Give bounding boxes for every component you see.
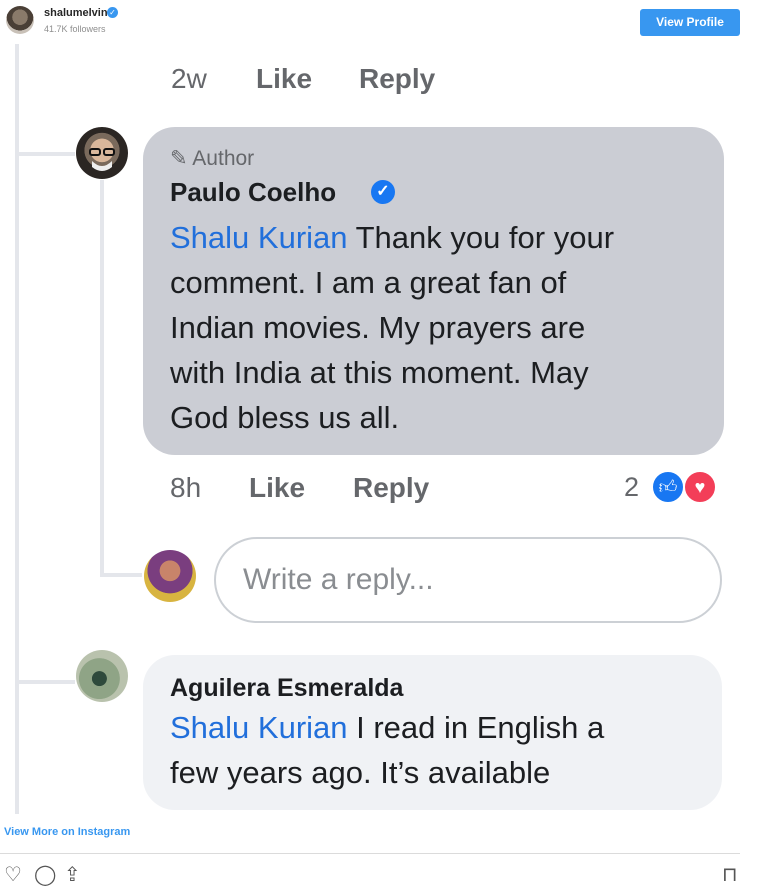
like-link[interactable]: Like xyxy=(249,472,305,504)
pencil-icon: ✎ xyxy=(170,147,188,170)
view-more-link[interactable]: View More on Instagram xyxy=(4,826,130,838)
verified-icon: ✓ xyxy=(107,7,118,18)
comment-line: comment. I am a great fan of xyxy=(170,265,567,300)
share-icon[interactable]: ⇪ xyxy=(64,862,81,886)
comment-line: Indian movies. My prayers are xyxy=(170,310,586,345)
comment-line: God bless us all. xyxy=(170,400,400,435)
reply-link[interactable]: Reply xyxy=(353,472,429,504)
bookmark-icon[interactable]: ⊓ xyxy=(722,862,738,886)
like-link[interactable]: Like xyxy=(256,63,312,95)
author-avatar[interactable] xyxy=(76,127,128,179)
thumbs-up-icon[interactable]: 👍︎ xyxy=(651,470,685,504)
heart-outline-icon[interactable]: ♡ xyxy=(4,862,22,886)
comment-icon[interactable]: ◯ xyxy=(34,862,56,886)
comment-timestamp: 2w xyxy=(171,63,207,94)
author-name[interactable]: Paulo Coelho xyxy=(170,177,336,208)
thread-line-main xyxy=(15,44,19,814)
author-badge-label: Author xyxy=(192,147,255,170)
comment-timestamp: 8h xyxy=(170,472,202,503)
reply-input[interactable]: Write a reply... xyxy=(214,537,722,623)
thread-line-branch xyxy=(15,152,75,156)
view-profile-button[interactable]: View Profile xyxy=(640,9,740,36)
reaction-count[interactable]: 2 xyxy=(624,472,639,503)
follower-count: 41.7K followers xyxy=(44,24,106,34)
profile-username[interactable]: shalumelvin xyxy=(44,7,108,19)
comment-line: Shalu Kurian Thank you for your xyxy=(170,220,615,255)
author-avatar-image xyxy=(89,148,115,171)
commenter-avatar[interactable] xyxy=(76,650,128,702)
profile-avatar[interactable] xyxy=(6,6,34,34)
author-badge: ✎ Author xyxy=(170,146,254,171)
verified-badge-icon: ✓ xyxy=(371,180,395,204)
thread-line-reply xyxy=(100,180,104,575)
heart-icon[interactable]: ♥ xyxy=(683,470,717,504)
thread-line-second-branch xyxy=(15,680,75,684)
comment-line: Shalu Kurian I read in English a xyxy=(170,710,605,745)
author-comment-text: Shalu Kurian Thank you for your comment.… xyxy=(170,215,614,440)
instagram-embed-header: shalumelvin ✓ 41.7K followers View Profi… xyxy=(0,0,780,44)
commenter-name[interactable]: Aguilera Esmeralda xyxy=(170,674,403,703)
mention-link[interactable]: Shalu Kurian xyxy=(170,220,348,255)
footer-divider xyxy=(0,853,740,854)
reply-link[interactable]: Reply xyxy=(359,63,435,95)
comment-line: few years ago. It’s available xyxy=(170,755,551,790)
mention-link[interactable]: Shalu Kurian xyxy=(170,710,348,745)
comment-text: Shalu Kurian I read in English a few yea… xyxy=(170,705,604,795)
thread-line-reply-branch xyxy=(100,573,142,577)
comment-line: with India at this moment. May xyxy=(170,355,589,390)
current-user-avatar xyxy=(144,550,196,602)
